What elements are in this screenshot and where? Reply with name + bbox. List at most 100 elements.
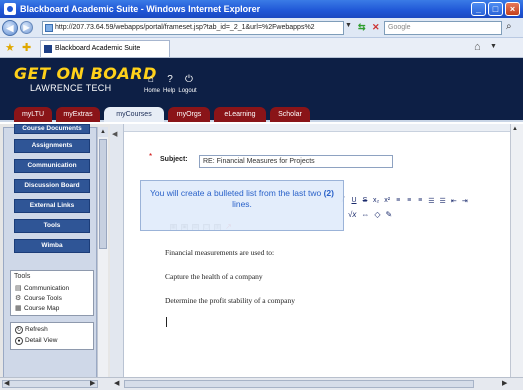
forward-icon[interactable]: ▶ [20, 21, 33, 34]
blackboard-header: GET ON BOARD LAWRENCE TECH ⌂ ? ⏻ Home He… [0, 58, 523, 104]
left-scrollbar[interactable]: ▲ ▼ [97, 127, 108, 389]
refresh-circle-icon: ↻ [15, 326, 23, 334]
refresh-button[interactable]: ↻ Refresh [15, 326, 48, 334]
menu-discussion-board[interactable]: Discussion Board [14, 179, 90, 193]
logout-link[interactable]: Logout [178, 88, 196, 94]
help-link[interactable]: Help [163, 88, 175, 94]
logo-text: GET ON BOARD [14, 64, 157, 83]
tools-course-map[interactable]: ▦ Course Map [15, 304, 59, 312]
menu-tools[interactable]: Tools [14, 219, 90, 233]
browser-tab[interactable]: Blackboard Academic Suite [40, 40, 170, 57]
communication-icon: ▤ [15, 285, 22, 292]
address-text: http://207.73.64.59/webapps/portal/frame… [55, 24, 315, 31]
detail-view-label: Detail View [25, 337, 58, 344]
course-tab-bar: myLTU myExtras myCourses myOrgs eLearnin… [0, 104, 523, 122]
subscript-icon[interactable]: x₂ [373, 197, 379, 209]
bulleted-list-icon[interactable]: ☰ [440, 197, 446, 209]
main-hscroll-thumb[interactable] [124, 380, 474, 388]
editor-line-1[interactable]: Financial measurements are used to: [165, 248, 274, 257]
refresh-icon[interactable]: ⇆ [358, 22, 366, 33]
search-icon[interactable]: ⌕ [506, 21, 512, 32]
tools-course-tools[interactable]: ⚙ Course Tools [15, 294, 62, 302]
window-titlebar: Blackboard Academic Suite - Windows Inte… [0, 0, 523, 18]
callout-text-after: lines. [232, 199, 252, 209]
callout-text-before: You will create a bulleted list from the… [150, 188, 324, 198]
tab-myltu[interactable]: myLTU [14, 107, 52, 122]
home-icon[interactable]: ⌂ [474, 41, 481, 53]
main-scrollbar[interactable]: ▲ [510, 124, 523, 377]
tab-mycourses[interactable]: myCourses [104, 107, 164, 122]
tab-scholar[interactable]: Scholar [270, 107, 310, 122]
spellcheck-icon[interactable]: ✎ [386, 210, 393, 219]
text-caret [166, 317, 167, 327]
subject-input[interactable]: RE: Financial Measures for Projects [199, 155, 393, 168]
instruction-callout: You will create a bulleted list from the… [140, 180, 344, 231]
browser-tab-label: Blackboard Academic Suite [55, 45, 141, 52]
main-hscroll-right-icon[interactable]: ▶ [502, 379, 507, 387]
subject-label: Subject: [160, 156, 188, 163]
menu-communication[interactable]: Communication [14, 159, 90, 173]
add-favorite-icon[interactable]: ✚ [22, 41, 31, 54]
help-icon[interactable]: ? [165, 75, 175, 85]
window-title: Blackboard Academic Suite - Windows Inte… [20, 4, 261, 14]
back-icon[interactable]: ◀ [2, 20, 18, 36]
collapse-arrow-icon[interactable]: ◀ [112, 130, 117, 138]
tools-communication[interactable]: ▤ Communication [15, 284, 69, 292]
align-center-icon[interactable]: ≡ [406, 197, 412, 209]
indent-icon[interactable]: ⇥ [462, 197, 468, 209]
main-hscroll-left-icon[interactable]: ◀ [114, 379, 119, 387]
menu-course-documents[interactable]: Course Documents [14, 124, 90, 134]
tools-title: Tools [14, 273, 31, 280]
anchor-icon[interactable]: ◇ [374, 210, 380, 219]
outdent-icon[interactable]: ⇤ [451, 197, 457, 209]
maximize-button[interactable]: □ [488, 2, 503, 16]
hscroll-right-icon[interactable]: ▶ [90, 379, 95, 387]
tools-course-map-label: Course Map [24, 305, 60, 312]
page-menu-dropdown-icon[interactable]: ▼ [490, 43, 497, 50]
editor-line-3[interactable]: Determine the profit stability of a comp… [165, 296, 295, 305]
equation-icon[interactable]: √x [348, 210, 356, 219]
menu-external-links[interactable]: External Links [14, 199, 90, 213]
home-nav-icon[interactable]: ⌂ [146, 75, 156, 85]
address-input[interactable]: http://207.73.64.59/webapps/portal/frame… [42, 21, 344, 35]
tools-course-tools-label: Course Tools [24, 295, 62, 302]
collapse-menu-strip[interactable]: ◀ [110, 124, 124, 377]
search-input[interactable]: Google [384, 21, 502, 35]
strikethrough-icon[interactable]: S [362, 197, 368, 209]
ie-icon [4, 3, 16, 15]
scroll-up-icon[interactable]: ▲ [98, 127, 108, 137]
tools-communication-label: Communication [24, 285, 70, 292]
minimize-button[interactable]: _ [471, 2, 486, 16]
address-bar-row: ◀ ▶ http://207.73.64.59/webapps/portal/f… [0, 18, 523, 38]
logout-icon[interactable]: ⏻ [184, 75, 194, 85]
favorites-star-icon[interactable]: ★ [5, 41, 15, 54]
numbered-list-icon[interactable]: ☰ [428, 197, 434, 209]
align-left-icon[interactable]: ≡ [395, 197, 401, 209]
menu-assignments[interactable]: Assignments [14, 139, 90, 153]
address-dropdown-icon[interactable]: ▼ [345, 22, 355, 34]
scroll-thumb[interactable] [99, 139, 107, 249]
tab-elearning[interactable]: eLearning [214, 107, 266, 122]
tab-myextras[interactable]: myExtras [56, 107, 100, 122]
required-asterisk-icon: * [149, 152, 153, 161]
menu-wimba[interactable]: Wimba [14, 239, 90, 253]
tab-myorgs[interactable]: myOrgs [168, 107, 210, 122]
refresh-label: Refresh [25, 326, 48, 333]
tab-favicon-icon [44, 45, 52, 53]
main-scroll-up-icon[interactable]: ▲ [512, 126, 518, 132]
horizontal-scrollbar[interactable]: ◀ ▶ ◀ ▶ [0, 377, 523, 390]
stop-icon[interactable]: ✕ [372, 22, 380, 33]
home-link[interactable]: Home [144, 88, 160, 94]
link-icon[interactable]: ⇔ [361, 210, 369, 219]
detail-view-button[interactable]: ● Detail View [15, 337, 57, 345]
superscript-icon[interactable]: x² [384, 197, 390, 209]
detail-view-icon: ● [15, 337, 23, 345]
left-hscroll-thumb[interactable] [2, 380, 98, 388]
editor-line-2[interactable]: Capture the health of a company [165, 272, 263, 281]
align-right-icon[interactable]: ≡ [417, 197, 423, 209]
hscroll-left-icon[interactable]: ◀ [4, 379, 9, 387]
underline-icon[interactable]: U [351, 197, 357, 209]
close-button[interactable]: × [505, 2, 520, 16]
course-tools-icon: ⚙ [15, 295, 22, 302]
view-panel: ↻ Refresh ● Detail View [10, 322, 94, 350]
